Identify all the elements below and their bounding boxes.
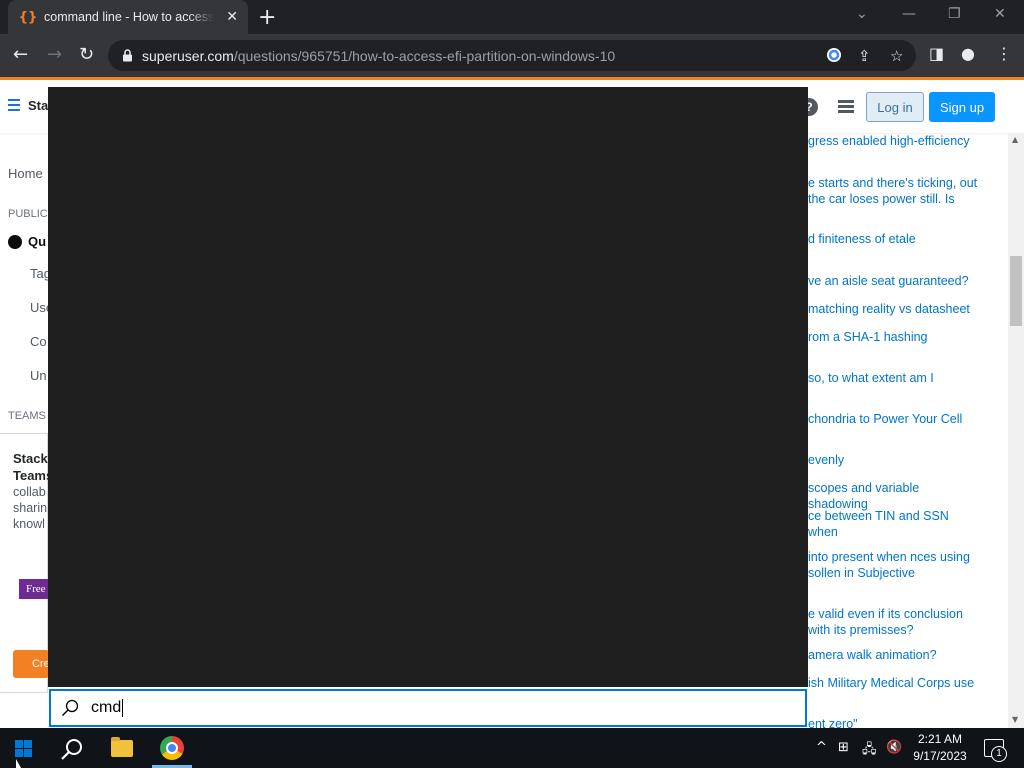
close-window-button[interactable]: ✕ bbox=[994, 6, 1006, 22]
address-bar[interactable]: superuser.com/questions/965751/how-to-ac… bbox=[108, 40, 916, 71]
windows-search-panel bbox=[48, 87, 808, 687]
hot-question-link[interactable]: e valid even if its conclusion with its … bbox=[808, 606, 978, 638]
notification-count-badge: 1 bbox=[991, 746, 1007, 762]
url-domain: superuser.com bbox=[142, 47, 234, 64]
google-lens-icon[interactable] bbox=[826, 47, 842, 67]
show-hidden-icons-icon[interactable]: ^ bbox=[816, 740, 827, 755]
hot-question-link[interactable]: so, to what extent am I bbox=[808, 370, 978, 386]
side-panel-icon[interactable]: ◨ bbox=[929, 44, 944, 63]
minimize-button[interactable]: — bbox=[902, 6, 916, 22]
page-scrollbar[interactable]: ▲ ▼ bbox=[1008, 133, 1024, 728]
url-path: /questions/965751/how-to-access-efi-part… bbox=[233, 47, 616, 64]
hot-question-link[interactable]: amera walk animation? bbox=[808, 647, 978, 663]
site-switcher-icon[interactable] bbox=[838, 100, 854, 114]
file-explorer-icon[interactable] bbox=[111, 737, 133, 757]
hot-question-link[interactable]: chondria to Power Your Cell bbox=[808, 411, 978, 427]
new-tab-button[interactable]: + bbox=[258, 5, 276, 30]
login-button[interactable]: Log in bbox=[866, 92, 924, 122]
forward-arrow-icon[interactable]: → bbox=[47, 44, 62, 65]
profile-icon[interactable]: ● bbox=[961, 44, 975, 63]
teams-description: collab sharin knowl bbox=[13, 485, 48, 531]
clock-time: 2:21 AM bbox=[917, 732, 963, 746]
hot-question-link[interactable]: ent zero" bbox=[808, 716, 978, 728]
hot-question-link[interactable]: matching reality vs datasheet bbox=[808, 301, 978, 317]
nav-unanswered[interactable]: Un bbox=[30, 368, 47, 383]
hot-question-link[interactable]: ce between TIN and SSN when bbox=[808, 508, 978, 540]
nav-questions[interactable]: Qu bbox=[8, 234, 46, 249]
windows-search-box[interactable]: cmd bbox=[49, 689, 807, 727]
clock-date: 9/17/2023 bbox=[913, 749, 967, 763]
restore-button[interactable]: ❐ bbox=[948, 6, 961, 22]
hamburger-menu-icon[interactable] bbox=[8, 99, 20, 111]
scroll-thumb[interactable] bbox=[1010, 256, 1022, 326]
hot-question-link[interactable]: ish Military Medical Corps use bbox=[808, 675, 978, 691]
tab-title: command line - How to access efi partiti… bbox=[44, 10, 214, 24]
network-icon[interactable]: 🖧 bbox=[862, 740, 877, 762]
hot-question-link[interactable]: gress enabled high-efficiency bbox=[808, 133, 978, 149]
browser-tab-strip: {} command line - How to access efi part… bbox=[0, 0, 1024, 34]
hot-question-link[interactable]: evenly bbox=[808, 452, 978, 468]
nav-teams-heading: TEAMS bbox=[8, 410, 46, 422]
free-badge: Free bbox=[19, 579, 49, 599]
nav-home[interactable]: Home bbox=[8, 166, 43, 181]
browser-tab[interactable]: {} command line - How to access efi part… bbox=[8, 0, 248, 34]
scroll-up-icon[interactable]: ▲ bbox=[1012, 135, 1018, 144]
hot-question-link[interactable]: e starts and there's ticking, out the ca… bbox=[808, 175, 978, 207]
tab-search-icon[interactable]: ⌄ bbox=[856, 6, 868, 22]
hot-question-link[interactable]: into present when nces using sollen in S… bbox=[808, 549, 978, 581]
search-icon bbox=[61, 699, 79, 717]
hot-question-link[interactable]: d finiteness of etale bbox=[808, 231, 978, 247]
superuser-favicon-icon: {} bbox=[18, 9, 38, 25]
share-icon[interactable]: ⇪ bbox=[858, 47, 871, 65]
security-icon[interactable]: ⊞ bbox=[838, 740, 849, 755]
search-query: cmd bbox=[91, 699, 122, 716]
windows-start-icon[interactable] bbox=[15, 740, 32, 757]
teams-promo: Stack Teams collab sharin knowl Free Cre bbox=[0, 433, 53, 693]
hot-question-link[interactable]: rom a SHA-1 hashing bbox=[808, 329, 978, 345]
chrome-icon[interactable] bbox=[160, 736, 184, 760]
nav-companies[interactable]: Co bbox=[30, 334, 47, 349]
taskbar-search-icon[interactable] bbox=[60, 737, 84, 761]
signup-button[interactable]: Sign up bbox=[929, 92, 995, 122]
menu-kebab-icon[interactable]: ⋮ bbox=[996, 44, 1012, 63]
volume-muted-icon[interactable]: 🔇 bbox=[886, 740, 902, 755]
reload-icon[interactable]: ↻ bbox=[79, 44, 94, 65]
windows-taskbar: ^ ⊞ 🖧 🔇 2:21 AM 9/17/2023 1 bbox=[0, 728, 1024, 768]
nav-public-heading: PUBLIC bbox=[8, 208, 48, 220]
mouse-cursor-icon bbox=[16, 759, 21, 768]
nav-questions-label: Qu bbox=[28, 234, 47, 249]
taskbar-clock[interactable]: 2:21 AM 9/17/2023 bbox=[905, 731, 975, 765]
lock-icon bbox=[120, 49, 134, 63]
create-team-button[interactable]: Cre bbox=[13, 650, 50, 678]
back-arrow-icon[interactable]: ← bbox=[13, 44, 28, 65]
text-caret bbox=[122, 699, 124, 717]
globe-icon bbox=[8, 234, 22, 249]
hot-question-link[interactable]: ve an aisle seat guaranteed? bbox=[808, 273, 978, 289]
bookmark-star-icon[interactable]: ☆ bbox=[890, 47, 903, 65]
scroll-down-icon[interactable]: ▼ bbox=[1012, 715, 1018, 724]
close-tab-icon[interactable]: ✕ bbox=[226, 9, 238, 25]
browser-toolbar: ← → ↻ superuser.com/questions/965751/how… bbox=[0, 34, 1024, 77]
left-sidebar: Home PUBLIC Qu Tag Use Co Un TEAMS Stack… bbox=[0, 133, 53, 728]
